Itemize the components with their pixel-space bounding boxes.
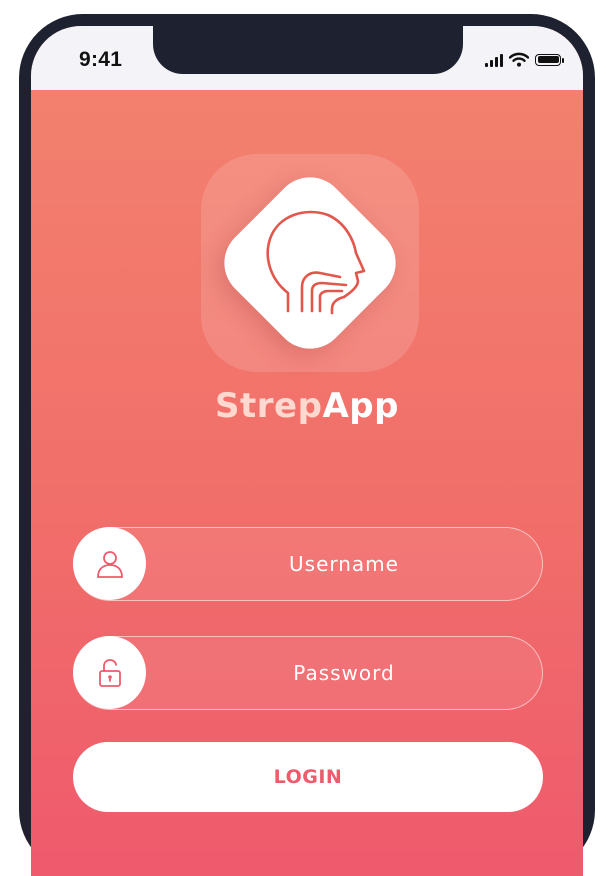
app-title-part1: Strep [215, 386, 323, 426]
wifi-icon [509, 52, 529, 67]
username-field[interactable]: Username [73, 527, 543, 601]
password-icon-badge [73, 636, 146, 709]
cellular-signal-icon [485, 53, 503, 67]
app-title-part2: App [322, 386, 399, 426]
app-title: StrepApp [31, 386, 583, 426]
status-time: 9:41 [79, 48, 123, 71]
user-icon [96, 550, 123, 578]
battery-icon [535, 53, 564, 66]
unlock-icon [98, 658, 121, 687]
password-field[interactable]: Password [73, 636, 543, 710]
username-icon-badge [73, 527, 146, 600]
head-throat-icon [266, 210, 366, 315]
app-screen: 9:41 StrepApp Username Password LOGIN [31, 26, 583, 876]
login-button[interactable]: LOGIN [73, 742, 543, 812]
status-icons [485, 52, 564, 67]
username-input[interactable]: Username [146, 528, 542, 600]
status-bar: 9:41 [31, 26, 583, 90]
device-notch [153, 26, 463, 74]
password-input[interactable]: Password [146, 637, 542, 709]
